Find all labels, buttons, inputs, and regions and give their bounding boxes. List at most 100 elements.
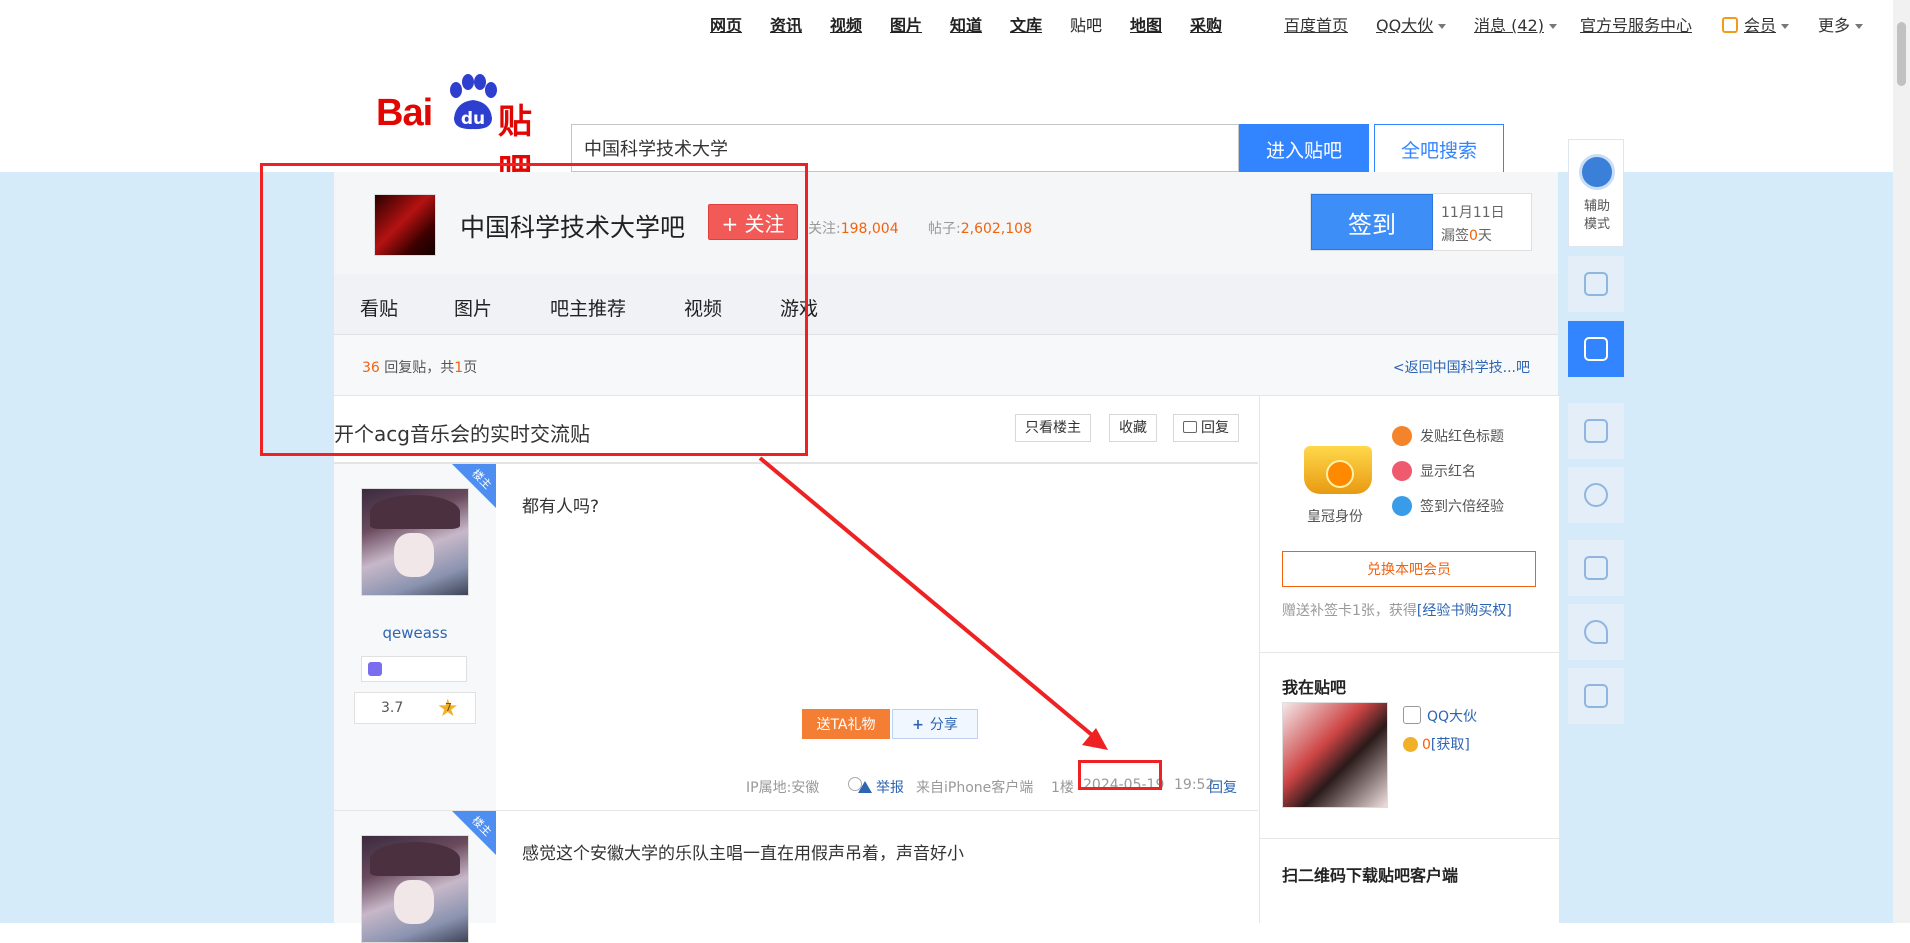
bear-button[interactable] [1568,467,1624,523]
messages-menu[interactable]: 消息 (42) [1474,12,1557,36]
perk-red-name: 显示红名 [1392,461,1476,481]
assist-label-2: 模式 [1583,217,1610,232]
my-avatar[interactable] [1282,702,1388,808]
my-coins: 0[获取] [1403,734,1470,754]
avatar[interactable] [361,835,469,943]
coin-icon [1403,737,1418,752]
nav-link-tieba[interactable]: 贴吧 [1070,12,1102,36]
chat-button[interactable] [1568,321,1624,377]
logo-du: du [461,109,485,129]
right-sidebar: 皇冠身份 发贴红色标题 显示红名 签到六倍经验 兑换本吧会员 赠送补签卡1张，获… [1259,396,1559,923]
chat-icon [1584,337,1608,361]
thread-main: 开个acg音乐会的实时交流贴 只看楼主 收藏 回复 楼主 qeweass 3.7… [334,396,1258,943]
get-coins-link[interactable]: [获取] [1431,737,1470,753]
user-name: QQ大伙 [1376,16,1434,35]
all-search-button[interactable]: 全吧搜索 [1374,124,1504,174]
nav-link-wenku[interactable]: 文库 [1010,12,1042,36]
report-link[interactable]: 举报 [858,777,904,797]
annotation-box-date [1078,760,1162,790]
floor-number: 1楼 [1051,780,1074,796]
chevron-down-icon [1855,24,1864,29]
sign-icon [1392,496,1412,516]
feedback-icon [1584,684,1608,708]
scrollbar[interactable] [1893,0,1910,923]
member-menu[interactable]: 会员 [1722,12,1790,36]
share-icon [1584,556,1608,580]
bookmark-icon [1392,426,1412,446]
bonus-link[interactable]: [经验书购买权] [1417,603,1512,619]
sign-date: 11月11日 [1441,205,1505,221]
user-badge[interactable] [361,656,467,682]
plus-icon: + [912,717,924,733]
sign-in-button[interactable]: 签到 [1311,194,1433,250]
report-label: 举报 [876,780,904,796]
baidu-home-link[interactable]: 百度首页 [1284,12,1348,36]
magic-hat-button[interactable] [1568,403,1624,459]
perk-six-exp: 签到六倍经验 [1392,496,1504,516]
missed-count: 0 [1469,228,1478,244]
member-icon [1722,17,1738,33]
share-label: 分享 [929,717,958,733]
favorite-button[interactable]: 收藏 [1109,414,1157,442]
only-op-button[interactable]: 只看楼主 [1015,414,1091,442]
posts-label: 帖子: [928,221,961,237]
missed-days: 漏签0天 [1441,225,1492,245]
logo-bai: Bai [376,92,433,134]
like-button[interactable] [1568,604,1624,660]
user-level[interactable]: 3.7 ★ 7 [354,692,476,724]
post-username[interactable]: qeweass [334,624,496,642]
post-item: 楼主 qeweass 3.7 ★ 7 都有人吗? 送TA礼物 + 分享 IP属地:… [334,464,1258,811]
chevron-down-icon [1548,24,1557,29]
download-app-button[interactable] [1568,256,1624,312]
nav-link-caigou[interactable]: 采购 [1190,12,1222,36]
crown-label: 皇冠身份 [1307,509,1363,525]
my-username[interactable]: QQ大伙 [1403,706,1477,726]
posts-count: 2,602,108 [960,221,1032,237]
level-star-number: 7 [445,701,452,714]
send-gift-button[interactable]: 送TA礼物 [802,709,890,739]
exchange-membership-button[interactable]: 兑换本吧会员 [1282,551,1536,587]
nav-link-news[interactable]: 资讯 [770,12,802,36]
enter-tieba-button[interactable]: 进入贴吧 [1239,124,1369,174]
phone-download-icon [1584,272,1608,296]
post-reply-link[interactable]: 回复 [1209,777,1237,797]
official-service-link[interactable]: 官方号服务中心 [1580,12,1692,36]
bear-icon [1584,483,1608,507]
accessibility-icon [1579,154,1615,190]
warning-icon [858,781,872,793]
nav-link-zhidao[interactable]: 知道 [950,12,982,36]
avatar[interactable] [361,488,469,596]
coin-count: 0 [1422,737,1431,753]
ip-location: IP属地:安徽 [746,780,820,796]
missed-prefix: 漏签 [1441,228,1469,244]
perk-label: 签到六倍经验 [1420,499,1504,515]
feedback-button[interactable] [1568,668,1624,724]
reply-button[interactable]: 回复 [1173,414,1239,442]
back-to-forum-link[interactable]: <返回中国科学技...吧 [1393,357,1530,377]
messages-label: 消息 (42) [1474,16,1544,35]
perk-red-title: 发贴红色标题 [1392,426,1504,446]
nav-link-video[interactable]: 视频 [830,12,862,36]
baidu-tieba-logo[interactable]: Bai du 贴吧 [376,74,551,191]
more-menu[interactable]: 更多 [1818,12,1864,36]
hat-icon [1584,419,1608,443]
followers-stat: 关注:198,004 [808,218,899,238]
user-icon [1403,706,1421,724]
share-float-button[interactable] [1568,540,1624,596]
nav-link-map[interactable]: 地图 [1130,12,1162,36]
bonus-text: 赠送补签卡1张，获得[经验书购买权] [1282,600,1512,620]
user-menu[interactable]: QQ大伙 [1376,12,1447,36]
nav-link-images[interactable]: 图片 [890,12,922,36]
assist-mode-label: 辅助 模式 [1569,198,1625,234]
baidu-paw-icon: du [450,74,497,130]
heart-icon [1584,620,1608,644]
share-button[interactable]: + 分享 [892,709,978,739]
comment-icon [1183,421,1197,433]
nav-link-web[interactable]: 网页 [710,12,742,36]
assist-label-1: 辅助 [1583,199,1610,214]
scrollbar-thumb[interactable] [1897,22,1906,86]
assist-mode-button[interactable]: 辅助 模式 [1568,139,1624,247]
bonus-desc: 赠送补签卡1张，获得 [1282,603,1417,619]
perk-label: 发贴红色标题 [1420,429,1504,445]
chevron-down-icon [1781,24,1790,29]
